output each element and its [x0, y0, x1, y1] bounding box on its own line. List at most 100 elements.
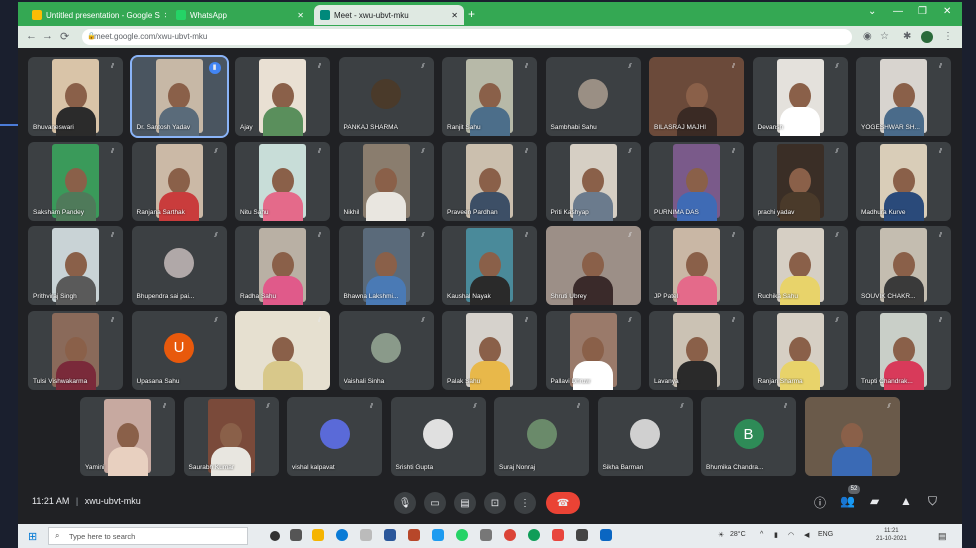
- app-icon[interactable]: [600, 529, 612, 541]
- chat-icon[interactable]: ▰: [870, 494, 879, 508]
- participant-tile[interactable]: ⫽ Ranjana Sarthak: [131, 141, 227, 221]
- close-icon[interactable]: ✕: [451, 11, 458, 20]
- participant-tile[interactable]: ⫽ Yamini: [80, 397, 175, 476]
- weather-icon[interactable]: ☀: [718, 531, 724, 539]
- participant-tile[interactable]: ⫽ Devansh: [752, 57, 848, 136]
- captions-button[interactable]: ▤: [454, 492, 476, 514]
- participant-tile[interactable]: ⫽ Sikha Barman: [597, 397, 693, 476]
- participant-tile[interactable]: ⫽ Radha Sahu: [235, 226, 330, 305]
- participant-tile[interactable]: ⫽ Pallavi Dhruw: [545, 310, 641, 390]
- participant-tile[interactable]: B ⫽ Bhumika Chandra...: [701, 397, 796, 476]
- windows-start-icon[interactable]: ⊞: [28, 530, 37, 543]
- app-icon[interactable]: [480, 529, 492, 541]
- edge-icon[interactable]: [336, 529, 348, 541]
- task-view-icon[interactable]: [290, 529, 302, 541]
- participant-tile[interactable]: ⫽: [804, 397, 900, 476]
- participant-tile[interactable]: ⫽ Bhawna Lakshmi...: [338, 226, 434, 305]
- info-icon[interactable]: ⓘ: [814, 494, 826, 511]
- app-icon[interactable]: [552, 529, 564, 541]
- close-icon[interactable]: ✕: [164, 11, 166, 20]
- forward-icon[interactable]: →: [42, 30, 53, 42]
- participant-tile[interactable]: ⫽ Tulsi Vishwakarma: [28, 310, 123, 390]
- clock[interactable]: 11:21 21-10-2021: [876, 527, 907, 543]
- app-icon[interactable]: [576, 529, 588, 541]
- extensions-icon[interactable]: ✱: [903, 31, 911, 42]
- word-icon[interactable]: [384, 529, 396, 541]
- chevron-down-icon[interactable]: ⌄: [868, 6, 876, 17]
- present-button[interactable]: ⊡: [484, 492, 506, 514]
- camera-icon[interactable]: ◉: [863, 31, 872, 42]
- menu-icon[interactable]: ⋮: [943, 31, 953, 42]
- participant-tile[interactable]: ⫽ Trupti Chandrak...: [856, 310, 951, 390]
- notification-icon[interactable]: ▤: [938, 531, 947, 542]
- participant-tile[interactable]: ⫽ Bhuvaneswari: [28, 57, 123, 136]
- tab-whatsapp[interactable]: WhatsApp ✕: [170, 5, 310, 25]
- participant-tile[interactable]: ⫽ Nitu Sahu: [235, 141, 330, 221]
- participant-tile[interactable]: ⫽: [235, 310, 330, 390]
- powerpoint-icon[interactable]: [408, 529, 420, 541]
- camera-button[interactable]: ▭: [424, 492, 446, 514]
- back-icon[interactable]: ←: [26, 30, 37, 42]
- participant-tile[interactable]: ⫽ Bhupendra sai pai...: [131, 226, 227, 305]
- participant-tile[interactable]: ⫽ SOUVIK CHAKR...: [856, 226, 951, 305]
- store-icon[interactable]: [360, 529, 372, 541]
- reload-icon[interactable]: ⟳: [60, 30, 69, 43]
- activities-icon[interactable]: ▲: [900, 494, 912, 508]
- participant-tile[interactable]: ⫽ Saurabh Kumar: [183, 397, 279, 476]
- tab-meet[interactable]: Meet - xwu-ubvt-mku ✕: [314, 5, 464, 25]
- app-icon[interactable]: [528, 529, 540, 541]
- participant-tile[interactable]: ⫽ Suraj Nonraj: [494, 397, 589, 476]
- participant-tile[interactable]: ⫽ Praveen Pardhan: [442, 141, 537, 221]
- participant-tile[interactable]: ⫽ prachi yadav: [752, 141, 848, 221]
- chrome-icon[interactable]: [504, 529, 516, 541]
- participant-tile[interactable]: ⫽ Saksham Pandey: [28, 141, 123, 221]
- app-icon[interactable]: [432, 529, 444, 541]
- volume-icon[interactable]: ◀: [804, 531, 809, 539]
- tray-chevron-icon[interactable]: ^: [760, 531, 763, 538]
- host-controls-icon[interactable]: ⛉: [928, 494, 937, 509]
- participant-tile[interactable]: ⫽ Madhura Kurve: [856, 141, 951, 221]
- taskbar-search-box[interactable]: ⌕ Type here to search: [48, 527, 248, 545]
- participant-tile[interactable]: ⫽ Vaishali Sinha: [338, 310, 434, 390]
- participant-tile[interactable]: U ⫽ Upasana Sahu: [131, 310, 227, 390]
- participant-tile[interactable]: ⫽ vishal kalpavat: [287, 397, 382, 476]
- participant-tile[interactable]: ⫽ PURNIMA DAS: [649, 141, 744, 221]
- participant-tile[interactable]: ▮ Dr. Santosh Yadav: [129, 55, 229, 138]
- close-window-button[interactable]: ✕: [943, 6, 951, 17]
- new-tab-button[interactable]: +: [468, 7, 475, 21]
- language-indicator[interactable]: ENG: [818, 531, 833, 538]
- participant-tile[interactable]: ⫽ Ranjit Sahu: [442, 57, 537, 136]
- participant-tile[interactable]: ⫽ Prithviraj Singh: [28, 226, 123, 305]
- participant-tile[interactable]: ⫽ YOGESHWAR SH...: [856, 57, 951, 136]
- participant-tile[interactable]: ⫽ Ajay: [235, 57, 330, 136]
- close-icon[interactable]: ✕: [297, 11, 304, 20]
- end-call-button[interactable]: ☎: [546, 492, 580, 514]
- tab-google-slides[interactable]: Untitled presentation - Google S ✕: [26, 5, 166, 25]
- participant-tile[interactable]: ⫽ Shruti Ubrey: [545, 226, 641, 305]
- participant-tile[interactable]: ⫽ Lavanya: [649, 310, 744, 390]
- weather-temp[interactable]: 28°C: [730, 531, 746, 538]
- participant-tile[interactable]: ⫽ Srishti Gupta: [390, 397, 486, 476]
- whatsapp-taskbar-icon[interactable]: [456, 529, 468, 541]
- minimize-button[interactable]: —: [893, 6, 903, 17]
- people-icon[interactable]: 👥: [840, 494, 855, 508]
- wifi-icon[interactable]: ◠: [788, 531, 794, 539]
- maximize-button[interactable]: ❐: [918, 6, 927, 17]
- more-options-button[interactable]: ⋮: [514, 492, 536, 514]
- participant-tile[interactable]: ⫽ Ranjan Sharma: [752, 310, 848, 390]
- participant-tile[interactable]: ⫽ Nikhil: [338, 141, 434, 221]
- url-field[interactable]: 🔒 meet.google.com/xwu-ubvt-mku: [82, 29, 852, 45]
- participant-tile[interactable]: ⫽ Palak Sahu: [442, 310, 537, 390]
- participant-tile[interactable]: ⫽ BILASRAJ MAJHI: [649, 57, 744, 136]
- participant-tile[interactable]: ⫽ Priti Kashyap: [545, 141, 641, 221]
- participant-tile[interactable]: ⫽ PANKAJ SHARMA: [338, 57, 434, 136]
- star-icon[interactable]: ☆: [880, 31, 889, 42]
- participant-tile[interactable]: ⫽ Kaushal Nayak: [442, 226, 537, 305]
- mic-button[interactable]: 🎙: [394, 492, 416, 514]
- participant-tile[interactable]: ⫽ Sambhabi Sahu: [545, 57, 641, 136]
- cortana-icon[interactable]: [270, 531, 280, 541]
- participant-tile[interactable]: ⫽ JP Patel: [649, 226, 744, 305]
- participant-tile[interactable]: ⫽ Ruchika Sahu: [752, 226, 848, 305]
- battery-icon[interactable]: ▮: [774, 531, 778, 539]
- file-explorer-icon[interactable]: [312, 529, 324, 541]
